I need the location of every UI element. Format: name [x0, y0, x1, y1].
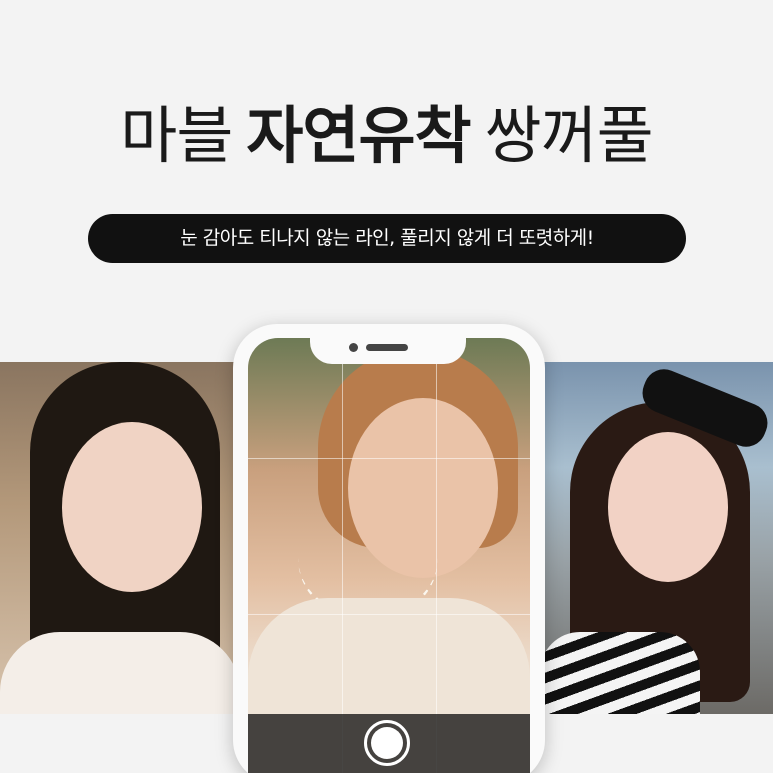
- shutter-button[interactable]: [364, 720, 410, 766]
- left-shirt-shape: [0, 632, 240, 714]
- camera-grid-line: [248, 614, 530, 615]
- camera-grid-line: [248, 458, 530, 459]
- left-portrait-photo: [0, 362, 240, 714]
- right-face-shape: [608, 432, 728, 582]
- tagline-text: 눈 감아도 티나지 않는 라인, 풀리지 않게 더 또렷하게!: [180, 227, 594, 249]
- tagline-pill: 눈 감아도 티나지 않는 라인, 풀리지 않게 더 또렷하게!: [88, 214, 686, 263]
- headline: 마블 자연유착 쌍꺼풀: [0, 98, 773, 174]
- headline-emphasis: 자연유착: [246, 99, 471, 172]
- speaker-grille-icon: [366, 344, 408, 351]
- center-face-shape: [348, 398, 498, 578]
- headline-prefix: 마블: [120, 99, 233, 172]
- camera-grid-line: [436, 338, 437, 773]
- phone-screen-photo: [248, 338, 530, 773]
- camera-grid-line: [342, 338, 343, 773]
- headline-suffix: 쌍꺼풀: [484, 99, 654, 172]
- right-portrait-photo: [530, 362, 773, 714]
- right-top-shape: [540, 632, 700, 714]
- left-face-shape: [62, 422, 202, 592]
- front-camera-icon: [349, 343, 358, 352]
